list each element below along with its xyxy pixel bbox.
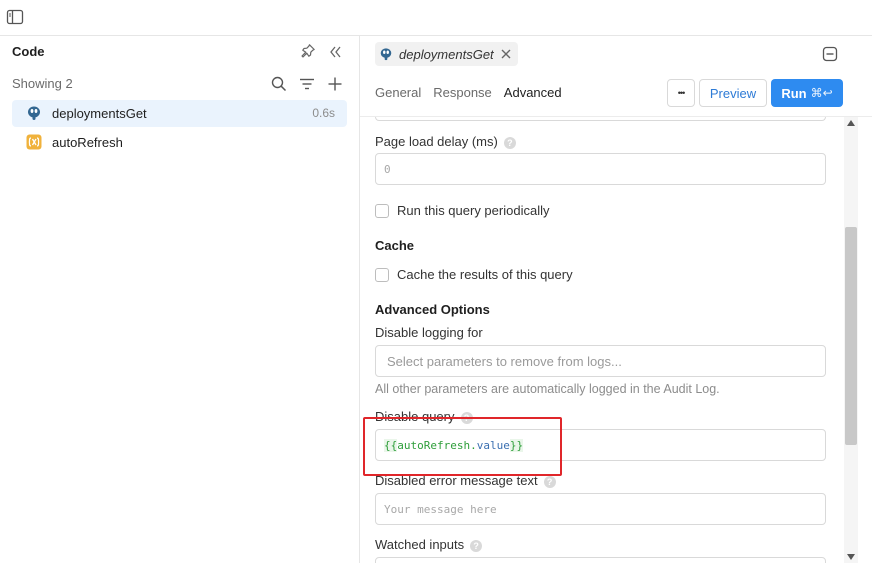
watched-inputs-select[interactable] bbox=[375, 557, 826, 563]
template-identifier: autoRefresh bbox=[397, 439, 471, 452]
help-icon[interactable]: ? bbox=[470, 539, 483, 552]
cache-label: Cache the results of this query bbox=[397, 267, 573, 282]
run-periodically-row[interactable]: Run this query periodically bbox=[375, 203, 549, 218]
disabled-error-input[interactable]: Your message here bbox=[375, 493, 826, 525]
disable-query-input[interactable]: {{autoRefresh.value}} bbox=[375, 429, 826, 461]
disabled-error-text: Disabled error message text bbox=[375, 473, 538, 488]
panel-title: Code bbox=[12, 44, 45, 59]
search-icon[interactable] bbox=[270, 75, 288, 93]
disable-logging-label: Disable logging for bbox=[375, 325, 483, 340]
advanced-settings: Page load delay (ms)? 0 Run this query p… bbox=[360, 117, 844, 563]
query-name: deploymentsGet bbox=[52, 106, 147, 121]
disable-logging-placeholder: Select parameters to remove from logs... bbox=[387, 354, 622, 369]
variable-icon bbox=[26, 134, 42, 150]
showing-count: Showing 2 bbox=[12, 76, 73, 91]
minimize-icon[interactable] bbox=[822, 46, 838, 62]
template-property: value bbox=[476, 439, 510, 452]
postgres-icon bbox=[28, 106, 40, 120]
more-options-icon: ••• bbox=[677, 88, 686, 98]
help-icon[interactable]: ? bbox=[460, 411, 473, 424]
top-bar bbox=[0, 0, 872, 36]
watched-inputs-text: Watched inputs bbox=[375, 537, 465, 552]
disable-query-text: Disable query bbox=[375, 409, 455, 424]
filter-icon[interactable] bbox=[298, 75, 316, 93]
run-button[interactable]: Run ⌘↩ bbox=[771, 79, 843, 107]
plus-icon[interactable] bbox=[326, 75, 344, 93]
vertical-scrollbar[interactable] bbox=[844, 117, 858, 563]
query-item-deploymentsGet[interactable]: deploymentsGet 0.6s bbox=[12, 100, 347, 127]
page-load-delay-value: 0 bbox=[384, 163, 391, 176]
previous-field bbox=[375, 117, 826, 121]
disable-logging-select[interactable]: Select parameters to remove from logs... bbox=[375, 345, 826, 377]
query-editor: deploymentsGet General Response Advanced… bbox=[360, 36, 872, 563]
tab-general[interactable]: General bbox=[375, 85, 421, 100]
page-load-delay-input[interactable]: 0 bbox=[375, 153, 826, 185]
postgres-icon bbox=[380, 48, 392, 61]
audit-log-hint: All other parameters are automatically l… bbox=[375, 382, 720, 396]
preview-button[interactable]: Preview bbox=[699, 79, 767, 107]
page-load-delay-text: Page load delay (ms) bbox=[375, 134, 498, 149]
disable-query-label: Disable query? bbox=[375, 409, 473, 424]
more-options-button[interactable]: ••• bbox=[667, 79, 695, 107]
watched-inputs-label: Watched inputs? bbox=[375, 537, 483, 552]
run-periodically-label: Run this query periodically bbox=[397, 203, 550, 218]
cache-checkbox[interactable] bbox=[375, 267, 389, 282]
advanced-options-heading: Advanced Options bbox=[375, 302, 490, 317]
sidebar-toggle-icon[interactable] bbox=[6, 8, 24, 26]
page-load-delay-label: Page load delay (ms)? bbox=[375, 134, 516, 149]
run-button-label: Run bbox=[781, 85, 807, 101]
run-shortcut: ⌘↩ bbox=[810, 86, 833, 100]
editor-tabs: General Response Advanced bbox=[375, 85, 574, 100]
query-run-time: 0.6s bbox=[312, 106, 335, 120]
disabled-error-placeholder: Your message here bbox=[384, 503, 497, 516]
template-dot: . bbox=[470, 439, 477, 452]
double-chevron-left-icon[interactable] bbox=[327, 44, 343, 60]
template-open-brace: {{ bbox=[384, 439, 398, 452]
disable-query-expression: {{autoRefresh.value}} bbox=[384, 439, 524, 452]
open-query-tab-name: deploymentsGet bbox=[399, 46, 494, 62]
scroll-up-icon[interactable] bbox=[847, 120, 855, 126]
scroll-down-icon[interactable] bbox=[847, 554, 855, 560]
scrollbar-thumb[interactable] bbox=[845, 227, 857, 445]
pin-icon[interactable] bbox=[300, 43, 316, 59]
query-name: autoRefresh bbox=[52, 135, 123, 150]
cache-row[interactable]: Cache the results of this query bbox=[375, 267, 573, 282]
query-item-autoRefresh[interactable]: autoRefresh bbox=[12, 129, 347, 156]
code-panel: Code Showing 2 deploymentsGet 0.6s autoR… bbox=[0, 36, 360, 563]
disabled-error-label: Disabled error message text? bbox=[375, 473, 556, 488]
cache-heading: Cache bbox=[375, 238, 415, 253]
close-icon[interactable] bbox=[500, 48, 512, 60]
help-icon[interactable]: ? bbox=[503, 136, 516, 149]
tab-response[interactable]: Response bbox=[433, 85, 492, 100]
template-close-brace: }} bbox=[509, 439, 524, 452]
open-query-tab[interactable]: deploymentsGet bbox=[375, 42, 518, 66]
tab-advanced[interactable]: Advanced bbox=[504, 85, 562, 100]
help-icon[interactable]: ? bbox=[543, 475, 556, 488]
run-periodically-checkbox[interactable] bbox=[375, 203, 389, 218]
